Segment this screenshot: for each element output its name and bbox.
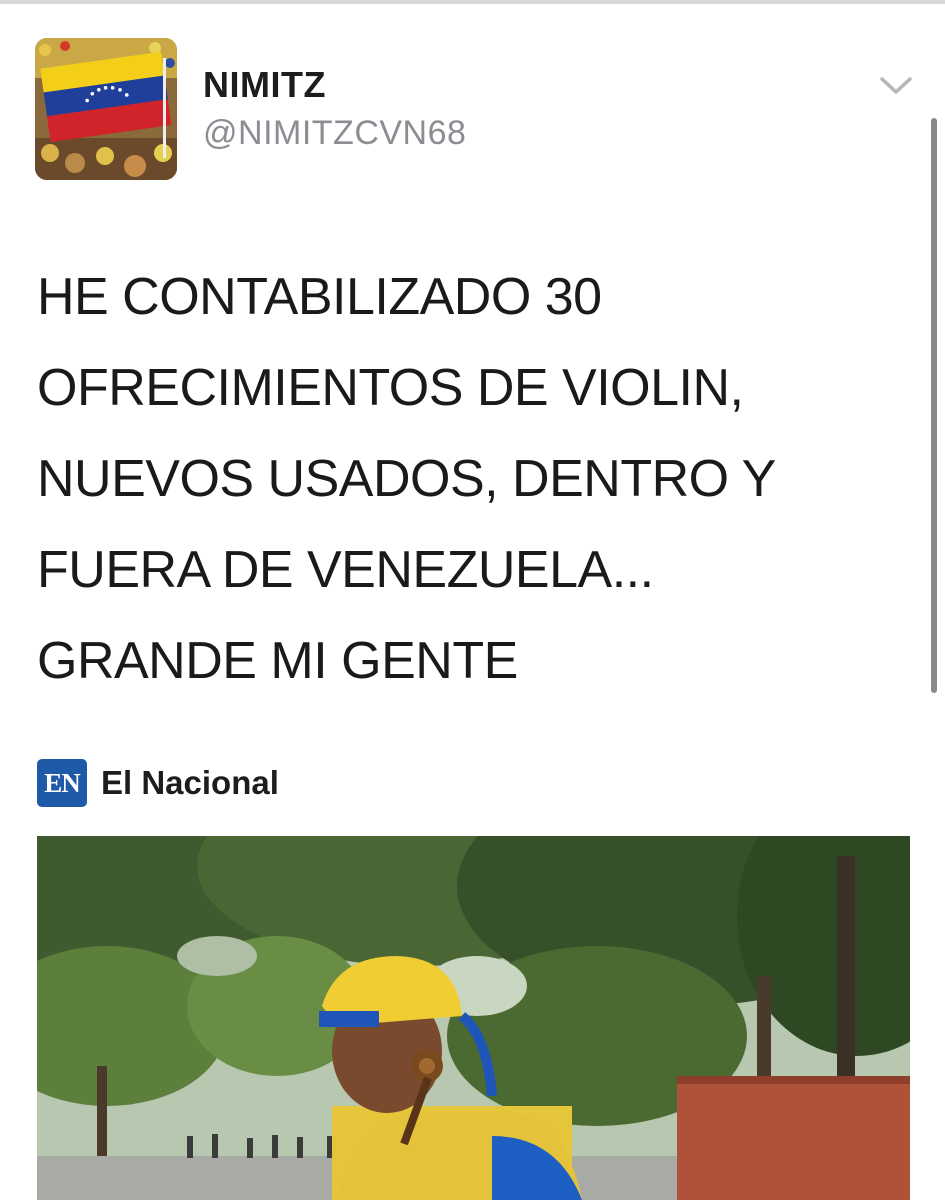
scrollbar[interactable] [931,118,937,693]
tweet-text-line: NUEVOS USADOS, DENTRO Y [37,450,776,508]
link-card-image[interactable] [37,836,910,1200]
author-display-name[interactable]: NIMITZ [203,64,326,106]
chevron-down-icon[interactable] [878,70,914,100]
author-handle[interactable]: @NIMITZCVN68 [203,114,466,153]
top-divider [0,0,945,4]
source-logo: EN [37,759,87,807]
tweet-text-line: FUERA DE VENEZUELA... [37,541,654,599]
tweet-text-line: OFRECIMIENTOS DE VIOLIN, [37,359,744,417]
tweet-text-line: HE CONTABILIZADO 30 [37,268,602,326]
source-name: El Nacional [101,764,279,801]
tweet-text: HE CONTABILIZADO 30 OFRECIMIENTOS DE VIO… [37,252,907,707]
tweet-text-line: GRANDE MI GENTE [37,632,518,690]
link-card-source[interactable]: EN El Nacional [37,758,279,808]
avatar[interactable] [35,38,177,180]
